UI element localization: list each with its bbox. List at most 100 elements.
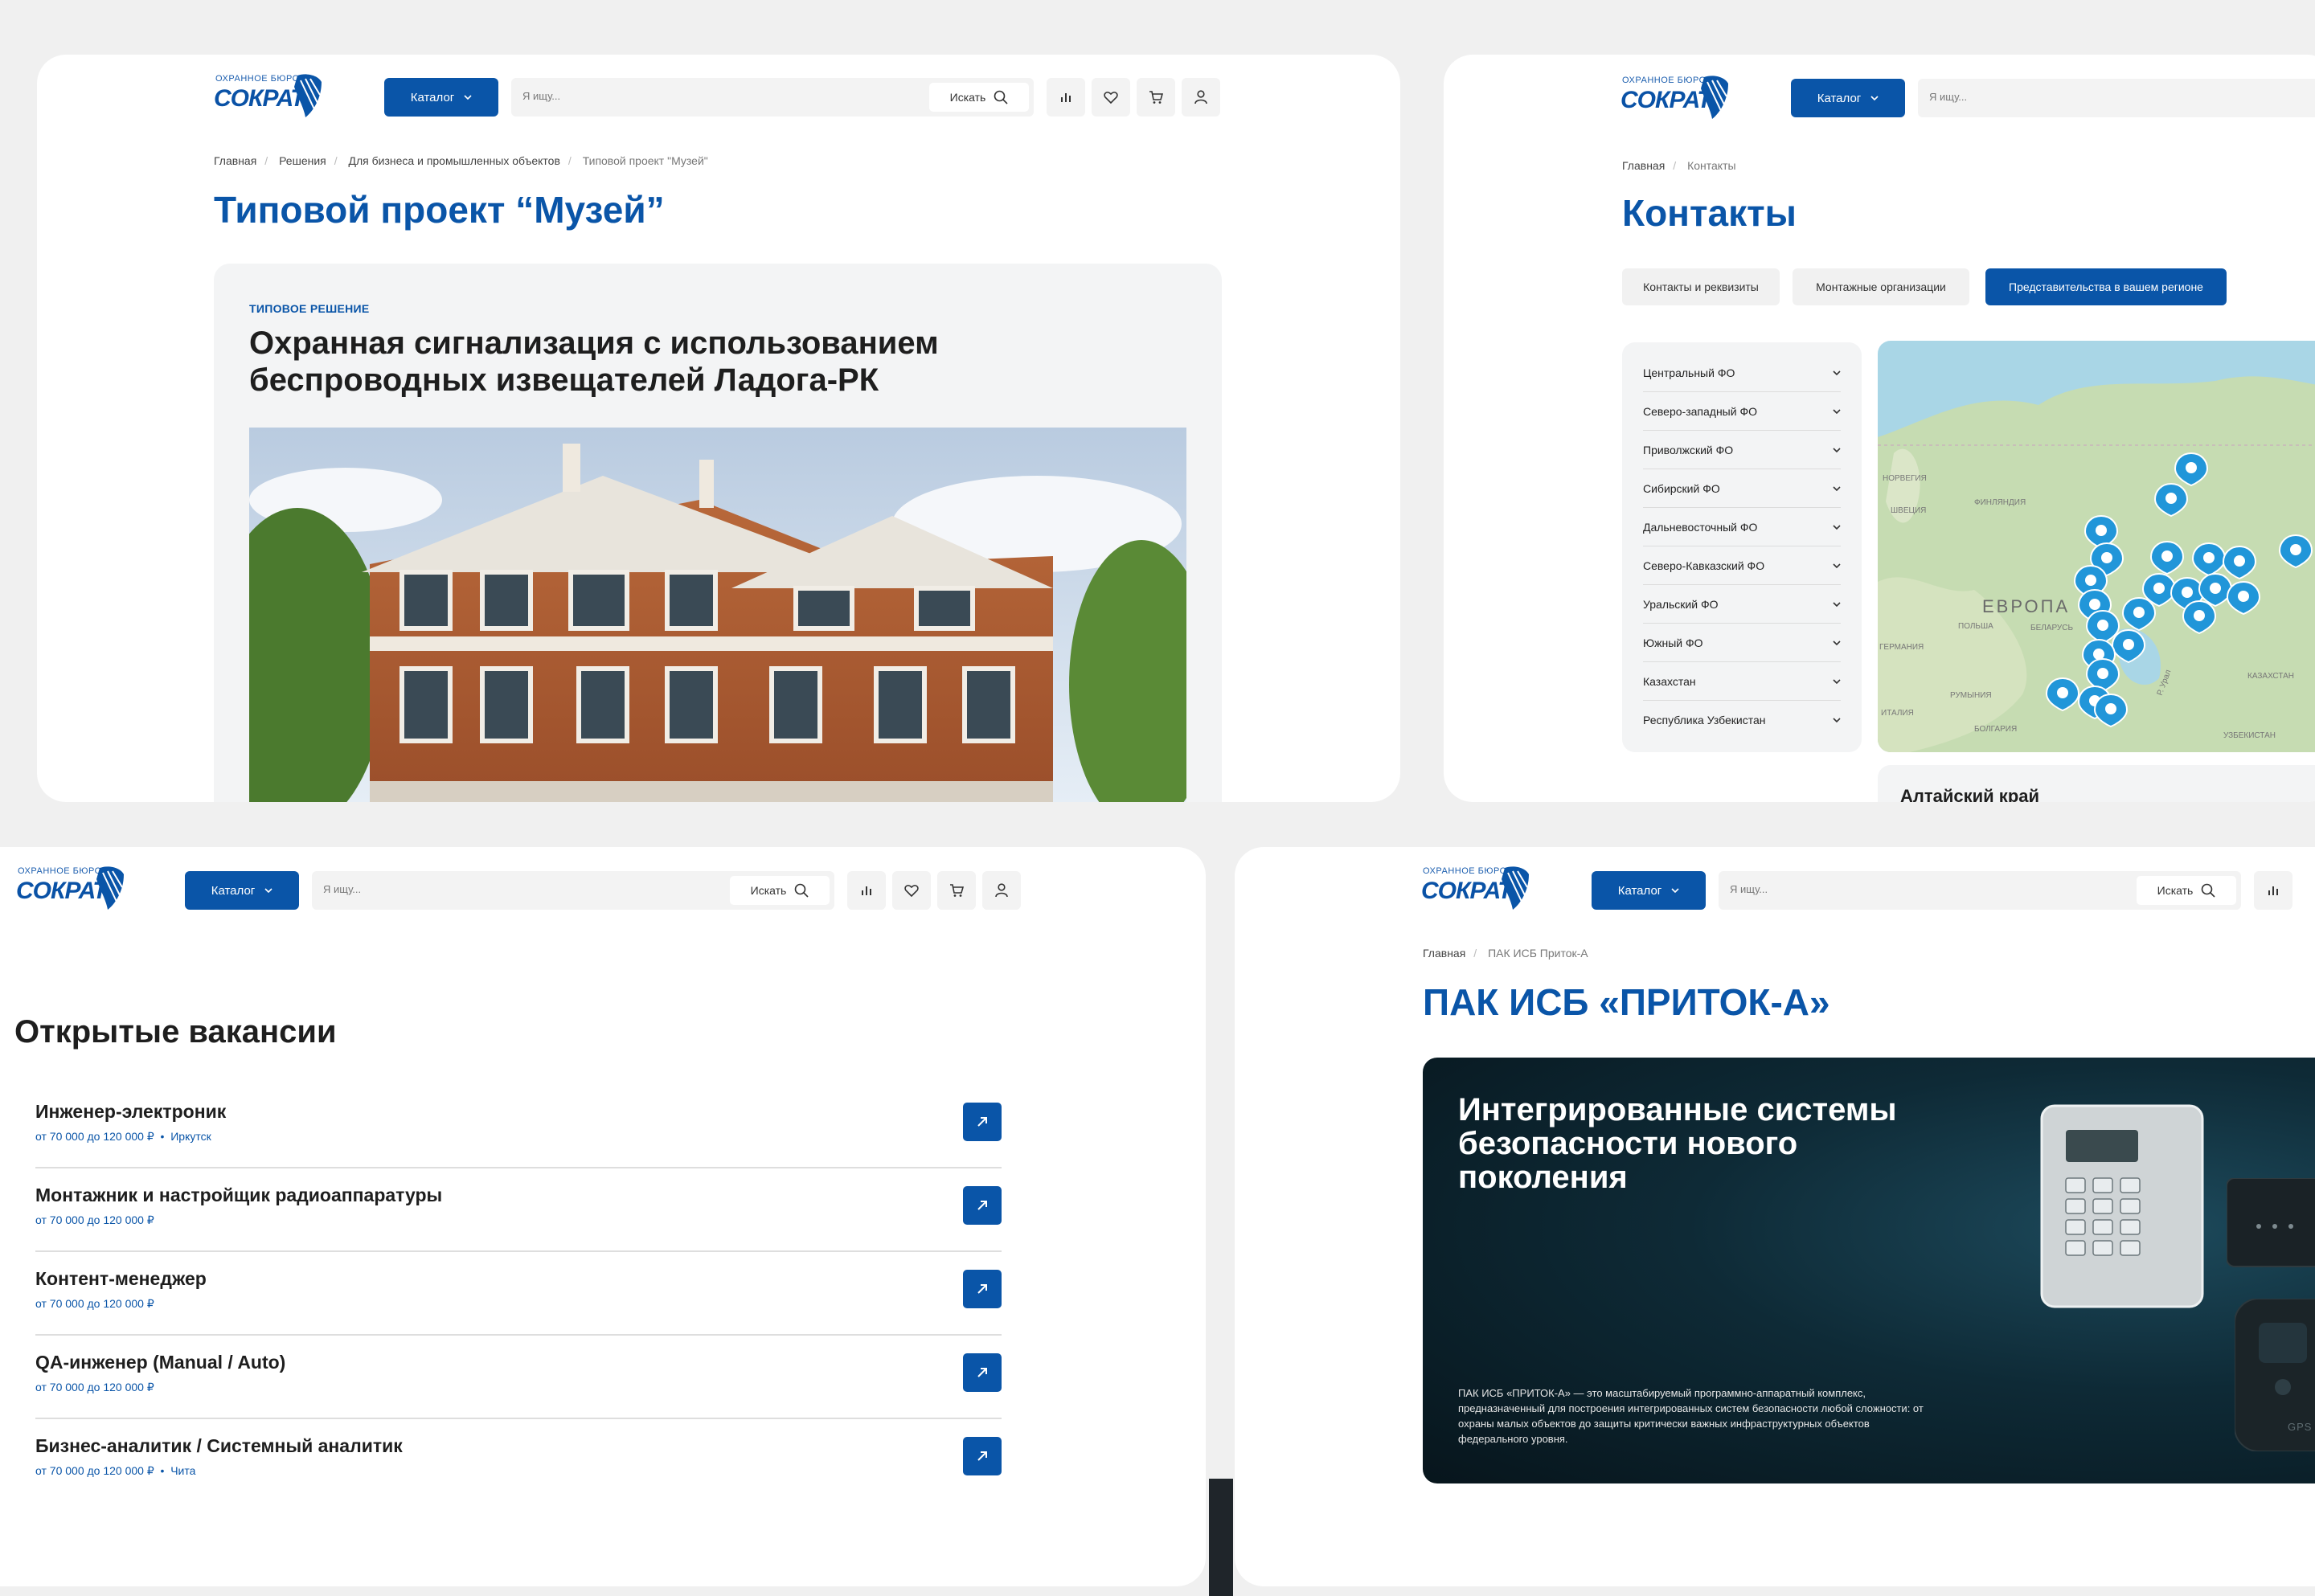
region-item[interactable]: Республика Узбекистан — [1643, 701, 1841, 739]
vacancy-name: Монтажник и настройщик радиоаппаратуры — [35, 1185, 443, 1205]
vacancy-salary: от 70 000 до 120 000 ₽ • Чита — [35, 1464, 196, 1477]
region-item[interactable]: Казахстан — [1643, 662, 1841, 701]
breadcrumb-item[interactable]: Решения — [279, 154, 326, 167]
catalog-label: Каталог — [410, 90, 455, 104]
map-pin-icon[interactable] — [2223, 546, 2256, 579]
catalog-button[interactable]: Каталог — [185, 871, 299, 910]
search-field[interactable]: Я ищу... Искать — [1719, 871, 2241, 910]
region-label: Центральный ФО — [1643, 366, 1735, 379]
region-item[interactable]: Дальневосточный ФО — [1643, 508, 1841, 546]
compare-button[interactable] — [2254, 871, 2292, 910]
breadcrumb-item[interactable]: Главная — [1423, 947, 1465, 960]
compare-button[interactable] — [847, 871, 886, 910]
catalog-button[interactable]: Каталог — [1592, 871, 1706, 910]
vacancies-page-card: ОХРАННОЕ БЮРО СОКРАТ Каталог Я ищу... Ис… — [0, 847, 1206, 1586]
breadcrumb-item[interactable]: Главная — [214, 154, 256, 167]
open-vacancy-button[interactable] — [963, 1353, 1002, 1392]
region-item[interactable]: Центральный ФО — [1643, 354, 1841, 392]
cart-button[interactable] — [937, 871, 976, 910]
open-vacancy-button[interactable] — [963, 1437, 1002, 1475]
hero-heading-line2: безопасности нового — [1458, 1126, 1798, 1161]
offices-map[interactable]: НОРВЕГИЯ ШВЕЦИЯ ФИНЛЯНДИЯ ЕВРОПА БЕЛАРУС… — [1878, 341, 2315, 752]
region-item[interactable]: Приволжский ФО — [1643, 431, 1841, 469]
tab-regional-offices[interactable]: Представительства в вашем регионе — [1985, 268, 2227, 305]
map-pin-icon[interactable] — [2192, 542, 2226, 576]
account-button[interactable] — [982, 871, 1021, 910]
logo[interactable]: ОХРАННОЕ БЮРО СОКРАТ — [214, 72, 326, 124]
search-input[interactable]: Я ищу... — [522, 90, 560, 102]
search-button[interactable]: Искать — [929, 83, 1029, 112]
account-button[interactable] — [1182, 78, 1220, 117]
region-label: Северо-западный ФО — [1643, 404, 1757, 418]
chevron-down-icon — [1833, 563, 1841, 568]
device-label: GPS — [2288, 1421, 2313, 1433]
map-pin-icon[interactable] — [2227, 581, 2260, 615]
regions-accordion: Центральный ФО Северо-западный ФО Привол… — [1622, 342, 1862, 752]
region-item[interactable]: Южный ФО — [1643, 624, 1841, 662]
breadcrumb-current: Контакты — [1687, 159, 1736, 172]
solution-heading-line2: беспроводных извещателей Ладога-РК — [249, 362, 879, 398]
region-label: Республика Узбекистан — [1643, 714, 1766, 726]
chevron-down-icon — [1833, 408, 1841, 414]
map-pin-icon[interactable] — [2182, 600, 2216, 634]
search-field[interactable]: Я ищу... — [1918, 79, 2315, 117]
region-label: Приволжский ФО — [1643, 443, 1734, 456]
region-item[interactable]: Северо-Кавказский ФО — [1643, 546, 1841, 585]
map-pin-icon[interactable] — [2094, 694, 2128, 727]
chevron-down-icon — [1671, 888, 1679, 893]
map-pin-icon[interactable] — [2084, 515, 2118, 549]
breadcrumb: Главная / ПАК ИСБ Приток-А — [1423, 947, 1588, 960]
breadcrumb-item[interactable]: Для бизнеса и промышленных объектов — [349, 154, 560, 167]
search-button[interactable]: Искать — [730, 876, 830, 905]
search-field[interactable]: Я ищу... Искать — [312, 871, 834, 910]
region-label: Казахстан — [1643, 674, 1696, 688]
vacancy-name: Контент-менеджер — [35, 1268, 207, 1289]
map-pin-icon[interactable] — [2112, 629, 2145, 663]
map-pin-icon[interactable] — [2174, 452, 2208, 486]
open-vacancy-button[interactable] — [963, 1103, 1002, 1141]
vacancy-item[interactable]: Монтажник и настройщик радиоаппаратуры о… — [35, 1168, 1002, 1252]
search-input[interactable]: Я ищу... — [1730, 883, 1768, 895]
map-pin-icon[interactable] — [2150, 541, 2184, 575]
vacancy-item[interactable]: QA-инженер (Manual / Auto) от 70 000 до … — [35, 1336, 1002, 1419]
logo-shield-icon — [1502, 866, 1529, 910]
page-title: Контакты — [1622, 192, 1797, 234]
favorites-button[interactable] — [892, 871, 931, 910]
open-vacancy-button[interactable] — [963, 1186, 1002, 1225]
logo-shield-icon — [1701, 76, 1728, 119]
vacancy-name: QA-инженер (Manual / Auto) — [35, 1352, 286, 1373]
logo[interactable]: ОХРАННОЕ БЮРО СОКРАТ — [1620, 74, 1733, 125]
chart-bars-icon — [2268, 886, 2278, 895]
vacancy-item[interactable]: Контент-менеджер от 70 000 до 120 000 ₽ — [35, 1252, 1002, 1336]
arrow-up-right-icon — [977, 1117, 987, 1127]
region-item[interactable]: Северо-западный ФО — [1643, 392, 1841, 431]
catalog-button[interactable]: Каталог — [1791, 79, 1905, 117]
logo[interactable]: ОХРАННОЕ БЮРО СОКРАТ — [1421, 865, 1534, 916]
search-input[interactable]: Я ищу... — [1929, 91, 1967, 103]
vacancy-item[interactable]: Бизнес-аналитик / Системный аналитик от … — [35, 1419, 1002, 1503]
catalog-button[interactable]: Каталог — [384, 78, 498, 117]
map-pin-icon[interactable] — [2122, 597, 2156, 631]
tab-installation-orgs[interactable]: Монтажные организации — [1793, 268, 1969, 305]
logo-caption: ОХРАННОЕ БЮРО — [18, 866, 102, 876]
arrow-up-right-icon — [977, 1284, 987, 1294]
cart-button[interactable] — [1137, 78, 1175, 117]
favorites-button[interactable] — [1092, 78, 1130, 117]
arrow-up-right-icon — [977, 1451, 987, 1461]
region-item[interactable]: Сибирский ФО — [1643, 469, 1841, 508]
heart-icon — [1104, 92, 1118, 104]
map-pin-icon[interactable] — [2279, 534, 2313, 568]
tab-contacts-requisites[interactable]: Контакты и реквизиты — [1622, 268, 1780, 305]
breadcrumb-item[interactable]: Главная — [1622, 159, 1665, 172]
open-vacancy-button[interactable] — [963, 1270, 1002, 1308]
compare-button[interactable] — [1047, 78, 1085, 117]
search-field[interactable]: Я ищу... Искать — [511, 78, 1034, 117]
vacancy-name: Бизнес-аналитик / Системный аналитик — [35, 1435, 403, 1456]
map-pin-icon[interactable] — [2046, 677, 2079, 711]
logo[interactable]: ОХРАННОЕ БЮРО СОКРАТ — [16, 865, 129, 916]
region-item[interactable]: Уральский ФО — [1643, 585, 1841, 624]
map-pin-icon[interactable] — [2154, 483, 2188, 517]
search-button[interactable]: Искать — [2137, 876, 2236, 905]
vacancy-item[interactable]: Инженер-электроник от 70 000 до 120 000 … — [35, 1085, 1002, 1168]
search-input[interactable]: Я ищу... — [323, 883, 361, 895]
